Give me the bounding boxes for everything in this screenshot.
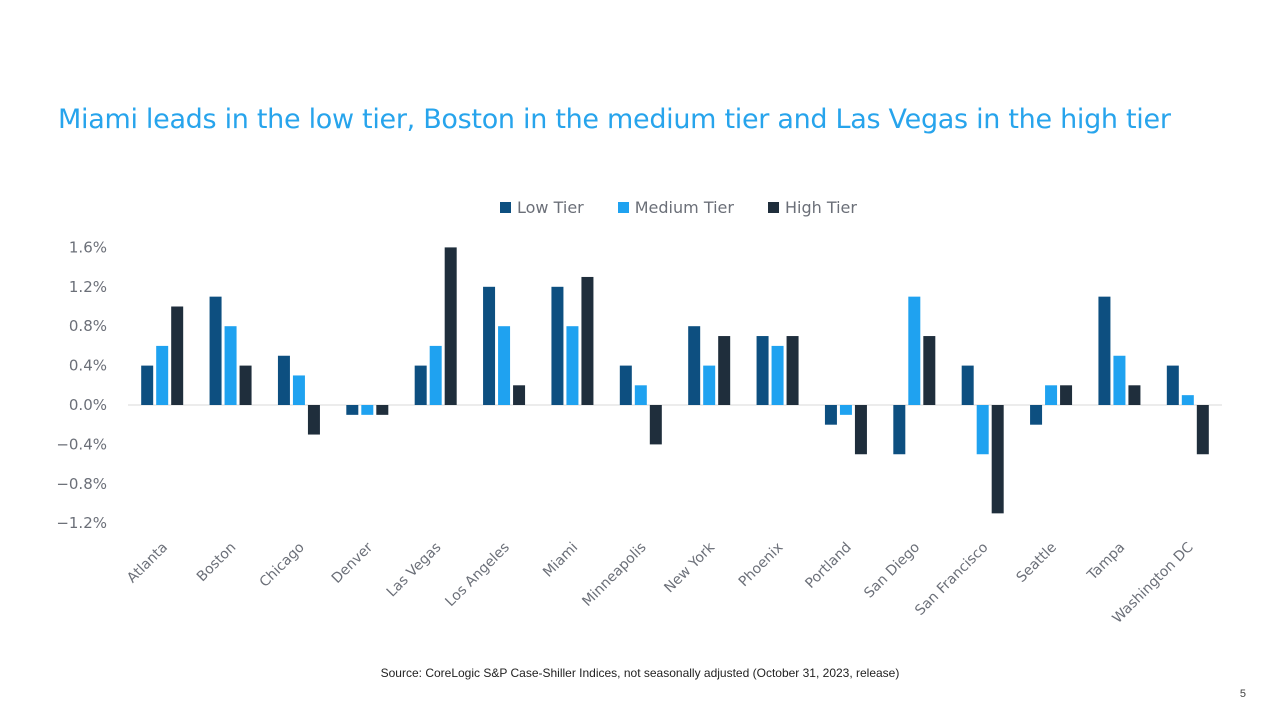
bar-low-tier [277,355,290,405]
bar-medium-tier [566,326,579,405]
bar-medium-tier [1045,385,1058,405]
bar-low-tier [961,365,974,405]
x-category-label: Tampa [1084,540,1128,584]
bar-medium-tier [156,345,169,405]
bar-medium-tier [292,375,305,405]
bar-high-tier [923,336,936,405]
bar-low-tier [619,365,632,405]
bar-low-tier [824,405,837,425]
bar-medium-tier [429,345,442,405]
bar-chart: 1.6% 1.2% 0.8% 0.4% 0.0% −0.4% −0.8% −1.2% Atlan… [56,238,1222,627]
bar-medium-tier [771,345,784,405]
bar-low-tier [756,336,769,405]
x-category-label: San Francisco [912,540,991,619]
y-tick-label: 0.8% [69,317,107,335]
y-tick-label: 0.0% [69,396,107,414]
x-category-label: Seattle [1014,540,1060,586]
bar-high-tier [513,385,526,405]
bar-medium-tier [839,405,852,415]
x-category-label: Portland [802,540,854,592]
bar-medium-tier [224,326,237,405]
bar-low-tier [346,405,359,415]
y-tick-label: 0.4% [69,357,107,375]
bar-high-tier [786,336,799,405]
x-category-label: Boston [194,540,240,586]
x-category-label: Minneapolis [579,540,649,610]
bar-low-tier [483,286,496,405]
bar-high-tier [1196,405,1209,455]
y-tick-label: 1.6% [69,238,107,256]
x-category-label: Chicago [257,540,308,591]
y-tick-label: −0.4% [56,435,107,453]
bar-medium-tier [976,405,989,455]
bar-high-tier [444,247,457,405]
bar-medium-tier [498,326,511,405]
bar-medium-tier [908,296,921,405]
bar-medium-tier [1181,395,1194,405]
bar-high-tier [376,405,389,415]
bar-high-tier [171,306,184,405]
bar-low-tier [209,296,222,405]
y-tick-label: −1.2% [56,514,107,532]
x-category-label: Miami [540,540,581,581]
bar-high-tier [649,405,662,445]
x-category-label: San Diego [861,540,923,602]
bar-high-tier [1128,385,1141,405]
bar-low-tier [1030,405,1043,425]
x-category-label: Phoenix [736,540,787,591]
bar-low-tier [141,365,154,405]
x-category-label: Las Vegas [384,540,445,601]
bar-low-tier [1098,296,1111,405]
bar-medium-tier [634,385,647,405]
y-tick-label: −0.8% [56,475,107,493]
bar-low-tier [1166,365,1179,405]
bar-high-tier [991,405,1004,514]
bar-low-tier [551,286,564,405]
bar-high-tier [718,336,731,405]
bar-high-tier [307,405,320,435]
x-category-label: Atlanta [124,540,171,587]
bar-high-tier [1060,385,1073,405]
page-number: 5 [1239,688,1246,700]
x-category-label: New York [661,539,718,596]
bar-high-tier [854,405,867,455]
bar-high-tier [239,365,252,405]
x-category-label: Los Angeles [442,540,512,610]
bar-medium-tier [703,365,716,405]
x-category-label: Denver [329,539,376,586]
source-note: Source: CoreLogic S&P Case-Shiller Indic… [380,666,900,680]
bar-low-tier [893,405,906,455]
bar-low-tier [414,365,427,405]
bar-medium-tier [361,405,374,415]
bar-medium-tier [1113,355,1126,405]
y-tick-label: 1.2% [69,278,107,296]
bar-high-tier [581,276,594,405]
bar-low-tier [688,326,701,405]
